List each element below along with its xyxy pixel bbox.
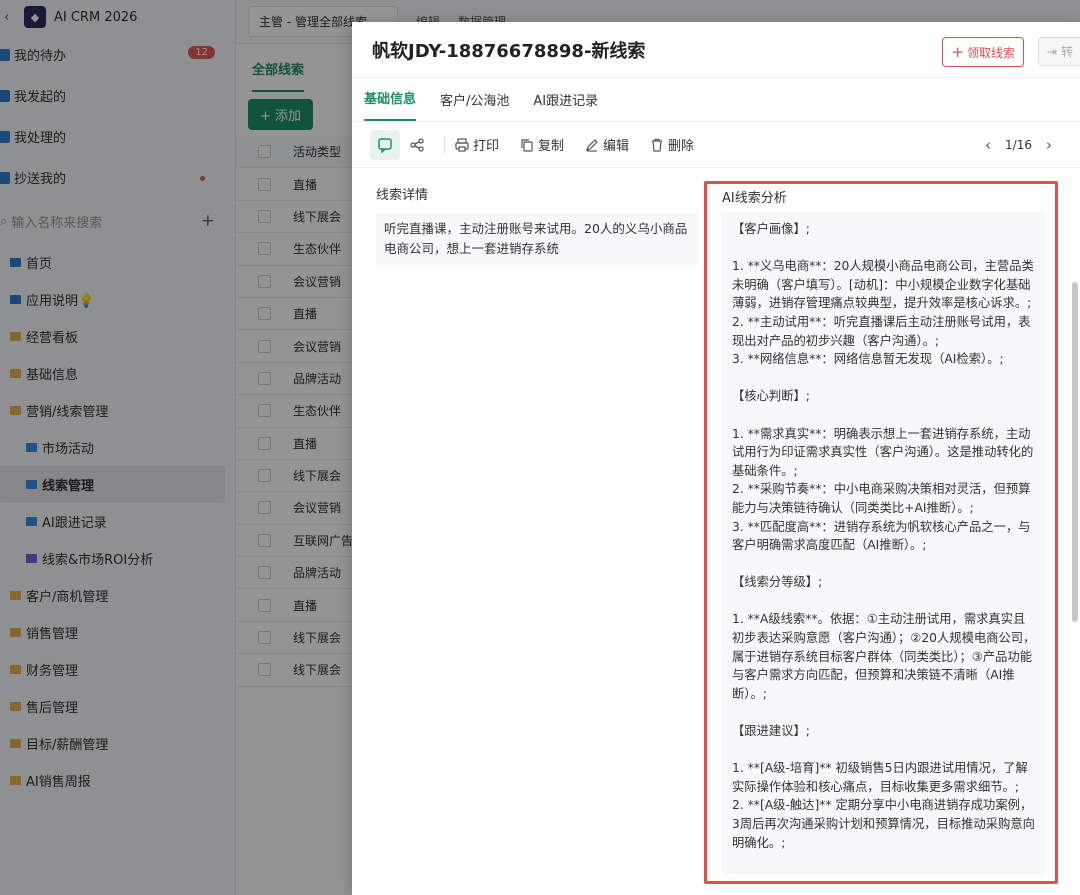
ai-analysis-line: 1. **需求真实**：明确表示想上一套进销存系统，主动试用行为印证需求真实性（… [732, 426, 1034, 478]
ai-analysis-line [732, 239, 1036, 258]
lead-detail-label: 线索详情 [376, 188, 429, 203]
print-label: 打印 [473, 139, 500, 154]
ai-analysis-line [732, 703, 1036, 722]
chevron-right-icon[interactable]: › [1046, 136, 1052, 154]
ai-analysis-line [732, 369, 1036, 388]
share-icon [410, 137, 424, 152]
toolbar-divider [444, 136, 445, 153]
convert-label: 转 [1060, 45, 1073, 59]
claim-lead-button[interactable]: + 领取线索 [942, 37, 1024, 67]
comment-view-button[interactable] [370, 129, 400, 160]
copy-icon [521, 138, 533, 152]
convert-button[interactable]: ⇥ 转 [1037, 37, 1080, 66]
ai-analysis-line: 2. **采购节奏**：中小电商采购决策相对灵活，但预算能力与决策链待确认（同类… [732, 482, 1031, 515]
lead-detail-section: 线索详情 听完直播课，主动注册账号来试用。20人的义乌小商品电商公司，想上一套进… [376, 184, 698, 265]
ai-analysis-line: 【核心判断】; [732, 389, 810, 404]
lead-detail-text: 听完直播课，主动注册账号来试用。20人的义乌小商品电商公司，想上一套进销存系统 [376, 213, 698, 265]
tab-ai-followup[interactable]: AI跟进记录 [533, 90, 598, 121]
drawer-scrollbar[interactable] [1072, 282, 1078, 622]
copy-button[interactable]: 复制 [520, 135, 564, 154]
lead-detail-drawer: 帆软JDY-18876678898-新线索 + 领取线索 ⇥ 转 基础信息 客户… [352, 22, 1080, 895]
ai-analysis-line: 【线索分等级】; [732, 575, 823, 590]
trash-icon [652, 138, 663, 152]
ai-analysis-line: 1. **A级线索**。依据：①主动注册试用，需求真实且初步表达采购意愿（客户沟… [732, 612, 1036, 701]
edit-button[interactable]: 编辑 [585, 135, 629, 154]
ai-analysis-label: AI线索分析 [722, 191, 787, 206]
drawer-toolbar: 打印 复制 编辑 删除 ‹ 1/16 › [352, 122, 1080, 168]
ai-analysis-line [732, 592, 1036, 611]
ai-analysis-line [732, 406, 1036, 425]
plus-icon: + [951, 43, 964, 61]
drawer-tabs: 基础信息 客户/公海池 AI跟进记录 [352, 78, 1080, 122]
tab-customer-pool[interactable]: 客户/公海池 [440, 90, 509, 121]
share-button[interactable] [402, 130, 432, 160]
printer-icon [455, 137, 469, 152]
copy-label: 复制 [538, 139, 565, 154]
ai-analysis-content: 【客户画像】; 1. **义乌电商**：20人规模小商品电商公司，主营品类未明确（… [722, 212, 1046, 874]
ai-analysis-line [732, 741, 1036, 760]
page-indicator: 1/16 [1005, 138, 1032, 152]
ai-analysis-line: 1. **[A级-培育]** 初级销售5日内跟进试用情况，了解实际操作体验和核心… [732, 761, 1028, 794]
ai-analysis-section: AI线索分析 【客户画像】; 1. **义乌电商**：20人规模小商品电商公司，主… [704, 181, 1058, 884]
claim-lead-label: 领取线索 [966, 45, 1015, 60]
ai-analysis-line: 2. **主动试用**：听完直播课后主动注册账号试用，表现出对产品的初步兴趣（客… [732, 314, 1031, 348]
delete-button[interactable]: 删除 [650, 135, 694, 154]
drawer-header: 帆软JDY-18876678898-新线索 + 领取线索 ⇥ 转 [352, 22, 1080, 78]
ai-analysis-line: 【客户画像】; [732, 222, 810, 236]
edit-label: 编辑 [603, 139, 630, 154]
ai-analysis-line: 3. **匹配度高**：进销存系统为帆软核心产品之一，与客户明确需求高度匹配（A… [732, 519, 1031, 553]
tab-basic-info[interactable]: 基础信息 [364, 88, 417, 121]
ai-analysis-line: 【跟进建议】; [732, 724, 810, 739]
ai-analysis-line [732, 555, 1036, 574]
ai-analysis-line: 1. **义乌电商**：20人规模小商品电商公司，主营品类未明确（客户填写）。[… [732, 259, 1034, 311]
comment-icon [378, 137, 392, 153]
print-button[interactable]: 打印 [455, 135, 499, 154]
delete-label: 删除 [668, 139, 695, 154]
pencil-icon [586, 138, 598, 152]
ai-analysis-line: 2. **[A级-触达]** 定期分享中小电商进销存成功案例，3周后再次沟通采购… [732, 798, 1035, 850]
chevron-left-icon[interactable]: ‹ [985, 136, 991, 154]
drawer-title: 帆软JDY-18876678898-新线索 [372, 40, 646, 62]
ai-analysis-line: 3. **网络信息**：网络信息暂无发现（AI检索）。; [732, 352, 1004, 367]
convert-icon: ⇥ [1046, 44, 1057, 59]
drawer-body: 线索详情 听完直播课，主动注册账号来试用。20人的义乌小商品电商公司，想上一套进… [352, 168, 1080, 884]
record-pager: ‹ 1/16 › [971, 122, 1052, 168]
